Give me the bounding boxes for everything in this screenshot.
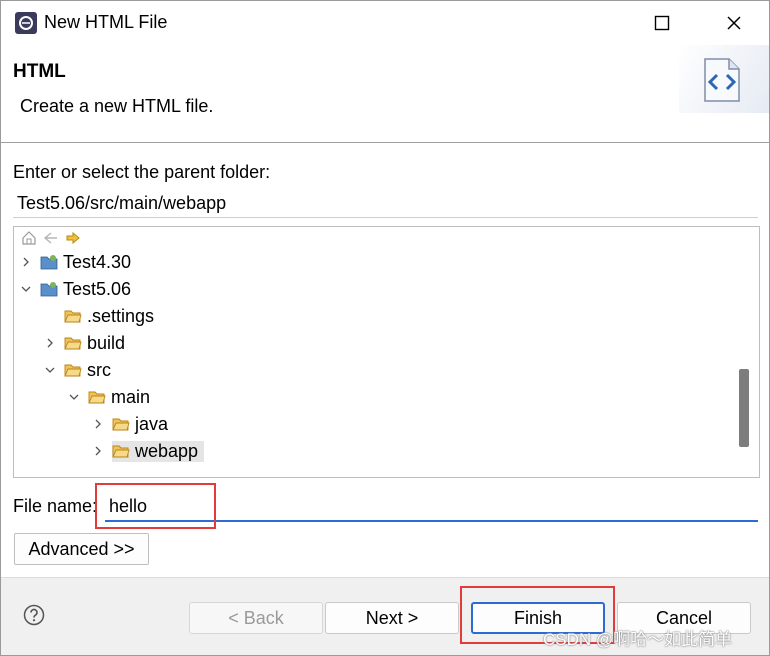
tree-item-webapp[interactable]: webapp [90, 438, 205, 464]
eclipse-app-icon [15, 12, 37, 34]
back-button[interactable]: < Back [189, 602, 323, 634]
selection-highlight: webapp [112, 440, 205, 462]
tree-item-label: .settings [87, 305, 155, 326]
chevron-down-icon[interactable] [18, 281, 34, 297]
project-icon [40, 281, 58, 297]
wizard-banner: HTML Create a new HTML file. [1, 45, 769, 143]
folder-icon [64, 335, 82, 351]
help-icon[interactable] [23, 604, 45, 626]
back-arrow-icon[interactable] [42, 229, 60, 247]
tree-item-src[interactable]: src [42, 357, 113, 383]
parent-folder-input[interactable] [13, 190, 758, 218]
folder-icon [112, 443, 130, 459]
folder-tree[interactable]: Test4.30 Test5.06 .settings build src ma… [13, 226, 760, 478]
file-name-input[interactable] [105, 492, 758, 522]
close-icon [727, 16, 741, 30]
watermark-text: CSDN @啊哈～如此简单 [543, 630, 733, 649]
tree-item-test430[interactable]: Test4.30 [18, 249, 133, 275]
folder-icon [112, 416, 130, 432]
chevron-down-icon[interactable] [42, 362, 58, 378]
html-file-icon [704, 58, 740, 102]
tree-item-label: Test5.06 [63, 278, 132, 299]
tree-item-test506[interactable]: Test5.06 [18, 276, 133, 302]
tree-item-label: main [111, 386, 151, 407]
next-button[interactable]: Next > [325, 602, 459, 634]
advanced-button[interactable]: Advanced >> [14, 533, 149, 565]
chevron-down-icon[interactable] [66, 389, 82, 405]
chevron-right-icon[interactable] [42, 335, 58, 351]
tree-item-label: webapp [135, 440, 199, 461]
banner-title: HTML [13, 61, 66, 82]
tree-item-main[interactable]: main [66, 384, 152, 410]
tree-item-build[interactable]: build [42, 330, 127, 356]
new-html-file-dialog: New HTML File HTML Create a new HTML fil… [0, 0, 770, 656]
wizard-body: Enter or select the parent folder: Test4… [1, 144, 769, 576]
tree-item-label: build [87, 332, 126, 353]
chevron-right-icon[interactable] [90, 416, 106, 432]
banner-description: Create a new HTML file. [20, 96, 214, 116]
folder-icon [88, 389, 106, 405]
project-icon [40, 254, 58, 270]
file-name-label: File name: [13, 496, 98, 516]
chevron-right-icon[interactable] [90, 443, 106, 459]
tree-item-settings[interactable]: .settings [64, 303, 156, 329]
tree-scrollbar-thumb[interactable] [739, 369, 749, 447]
tree-item-java[interactable]: java [90, 411, 170, 437]
maximize-button[interactable] [639, 1, 685, 45]
tree-toolbar [20, 229, 82, 247]
close-button[interactable] [711, 1, 757, 45]
tree-item-label: java [135, 413, 169, 434]
folder-icon [64, 362, 82, 378]
home-icon[interactable] [20, 229, 38, 247]
maximize-icon [654, 15, 670, 31]
title-bar: New HTML File [1, 1, 769, 45]
chevron-right-icon[interactable] [18, 254, 34, 270]
tree-item-label: Test4.30 [63, 251, 132, 272]
folder-icon [64, 308, 82, 324]
parent-folder-label: Enter or select the parent folder: [13, 162, 271, 182]
window-title: New HTML File [44, 12, 168, 32]
forward-arrow-icon[interactable] [64, 229, 82, 247]
tree-item-label: src [87, 359, 111, 380]
